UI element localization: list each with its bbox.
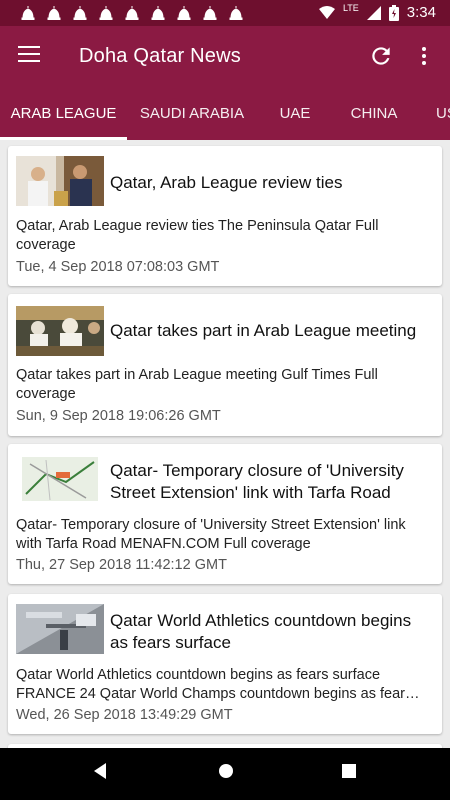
app-title: Doha Qatar News <box>79 45 241 67</box>
tab-us[interactable]: US <box>436 86 450 140</box>
tab-china[interactable]: CHINA <box>333 86 415 140</box>
article-date: Tue, 4 Sep 2018 07:08:03 GMT <box>16 259 220 275</box>
news-card[interactable]: Qatar World Athletics countdown begins a… <box>8 594 442 734</box>
status-bar: LTE 3:34 <box>0 0 450 26</box>
mosque-icon <box>46 6 62 21</box>
mosque-icon <box>150 6 166 21</box>
article-headline[interactable]: Qatar World Athletics countdown begins a… <box>110 610 432 654</box>
battery-icon <box>388 4 399 21</box>
article-headline[interactable]: Qatar- Temporary closure of 'University … <box>110 460 432 504</box>
mosque-icon <box>20 6 36 21</box>
tab-arab-league[interactable]: ARAB LEAGUE <box>0 86 127 140</box>
refresh-icon[interactable] <box>368 43 394 69</box>
news-card[interactable]: Qatar, Arab League review ties Qatar, Ar… <box>8 146 442 286</box>
article-thumbnail <box>16 454 104 504</box>
article-description: Qatar- Temporary closure of 'University … <box>16 517 406 552</box>
mosque-icon <box>202 6 218 21</box>
recents-icon[interactable] <box>341 762 357 785</box>
article-thumbnail <box>16 604 104 654</box>
mosque-icon <box>124 6 140 21</box>
article-description: Qatar World Athletics countdown begins a… <box>16 667 420 702</box>
tab-saudi-arabia[interactable]: SAUDI ARABIA <box>127 86 257 140</box>
mosque-icon <box>228 6 244 21</box>
home-icon[interactable] <box>217 762 235 785</box>
signal-icon <box>366 5 381 20</box>
category-tabs: ARAB LEAGUE SAUDI ARABIA UAE CHINA US <box>0 86 450 140</box>
network-type-label: LTE <box>342 2 359 13</box>
article-headline[interactable]: Qatar, Arab League review ties <box>110 172 432 194</box>
more-vert-icon[interactable] <box>412 43 436 69</box>
article-description: Qatar takes part in Arab League meeting … <box>16 367 378 402</box>
tab-uae[interactable]: UAE <box>257 86 333 140</box>
article-date: Thu, 27 Sep 2018 11:42:12 GMT <box>16 557 227 573</box>
hamburger-menu-icon[interactable] <box>18 46 42 66</box>
system-nav-bar <box>0 748 450 800</box>
mosque-icon <box>176 6 192 21</box>
article-thumbnail <box>16 156 104 206</box>
back-icon[interactable] <box>92 762 108 785</box>
wifi-icon <box>318 5 335 20</box>
notification-icons <box>20 6 244 21</box>
clock: 3:34 <box>406 4 436 21</box>
news-card[interactable]: Qatar- Temporary closure of 'University … <box>8 444 442 584</box>
article-description: Qatar, Arab League review ties The Penin… <box>16 218 379 253</box>
app-bar: Doha Qatar News <box>0 26 450 86</box>
news-feed[interactable]: Qatar, Arab League review ties Qatar, Ar… <box>0 140 450 748</box>
mosque-icon <box>98 6 114 21</box>
article-headline[interactable]: Qatar takes part in Arab League meeting <box>110 320 432 342</box>
news-card[interactable]: Qatar takes part in Arab League meeting … <box>8 294 442 436</box>
article-thumbnail <box>16 306 104 356</box>
article-date: Sun, 9 Sep 2018 19:06:26 GMT <box>16 408 221 424</box>
mosque-icon <box>72 6 88 21</box>
article-date: Wed, 26 Sep 2018 13:49:29 GMT <box>16 707 233 723</box>
